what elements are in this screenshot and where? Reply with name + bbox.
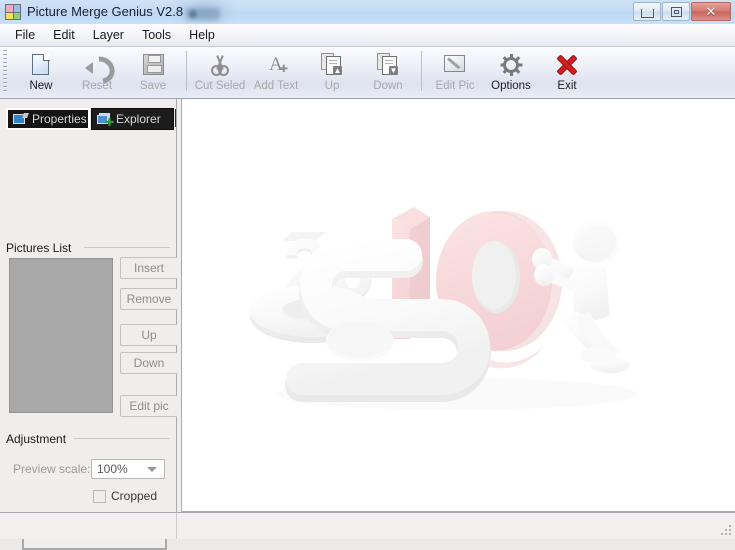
floppy-disk-icon: [143, 52, 164, 77]
app-grid-icon: [5, 4, 21, 20]
close-button[interactable]: ✕: [691, 2, 731, 21]
toolbar-separator-2: [421, 51, 422, 91]
window-controls: ✕: [632, 2, 731, 22]
toolbar-button-edit-pic[interactable]: Edit Pic: [427, 48, 483, 96]
application-window: Picture Merge Genius V2.8 ✕ File Edit La…: [0, 0, 735, 539]
insert-button[interactable]: Insert: [120, 257, 178, 279]
tabstrip-edge-marker: [175, 109, 176, 127]
scissors-icon: [209, 52, 231, 77]
canvas-panel[interactable]: 2 2 0 0: [181, 99, 735, 512]
gear-icon: [500, 52, 522, 77]
toolbar-button-up[interactable]: ▲ Up: [304, 48, 360, 96]
toolbar-label-up: Up: [325, 80, 340, 92]
tab-properties[interactable]: Properties: [6, 108, 90, 130]
toolbar-button-save[interactable]: Save: [125, 48, 181, 96]
move-up-icon: ▲: [321, 52, 343, 77]
toolbar-button-cut-seled[interactable]: Cut Seled: [192, 48, 248, 96]
toolbar-separator-1: [186, 51, 187, 91]
toolbar: New Reset Save Cut Seled: [0, 47, 735, 99]
explorer-add-icon: ✚: [97, 113, 112, 126]
menu-item-tools[interactable]: Tools: [133, 26, 180, 44]
chevron-down-icon: [147, 467, 157, 472]
move-down-icon: ▼: [377, 52, 399, 77]
toolbar-button-options[interactable]: Options: [483, 48, 539, 96]
menu-item-edit[interactable]: Edit: [44, 26, 84, 44]
toolbar-button-reset[interactable]: Reset: [69, 48, 125, 96]
menu-bar: File Edit Layer Tools Help: [0, 24, 735, 47]
preview-scale-value: 100%: [92, 462, 128, 476]
cropped-label: Cropped: [111, 489, 157, 503]
titlebar-background-blur-dot: [189, 10, 197, 18]
preview-scale-label: Preview scale:: [13, 462, 90, 476]
sidebar-tabstrip: Properties ✚ Explorer: [6, 108, 174, 130]
properties-icon: [13, 113, 28, 126]
toolbar-drag-grip[interactable]: [2, 48, 10, 96]
edit-pic-button[interactable]: Edit pic: [120, 395, 178, 417]
tab-explorer-label: Explorer: [116, 113, 161, 125]
maximize-icon: [671, 7, 682, 17]
minimize-icon: [641, 9, 654, 18]
artwork-2010: 2 2 0 0: [242, 189, 662, 439]
move-up-button[interactable]: Up: [120, 324, 178, 346]
tab-properties-label: Properties: [32, 113, 87, 125]
toolbar-label-exit: Exit: [557, 80, 576, 92]
toolbar-button-new[interactable]: New: [13, 48, 69, 96]
maximize-button[interactable]: [662, 2, 690, 21]
move-down-button[interactable]: Down: [120, 352, 178, 374]
pictures-listbox[interactable]: [9, 258, 113, 413]
remove-button[interactable]: Remove: [120, 288, 178, 310]
red-x-icon: [555, 52, 579, 77]
menu-item-help[interactable]: Help: [180, 26, 224, 44]
toolbar-label-edit-pic: Edit Pic: [436, 80, 475, 92]
sidebar-panel: Properties ✚ Explorer Pictures List Inse…: [0, 99, 177, 512]
reset-arrow-icon: [85, 52, 109, 77]
title-bar: Picture Merge Genius V2.8 ✕: [0, 0, 735, 24]
window-title: Picture Merge Genius V2.8: [27, 3, 183, 21]
new-document-icon: [31, 52, 51, 77]
toolbar-button-add-text[interactable]: A✚ Add Text: [248, 48, 304, 96]
toolbar-button-down[interactable]: ▼ Down: [360, 48, 416, 96]
toolbar-label-save: Save: [140, 80, 166, 92]
pictures-list-caption: Pictures List: [6, 241, 77, 255]
adjustment-caption: Adjustment: [6, 432, 72, 446]
resize-grip-icon[interactable]: [720, 524, 733, 537]
cropped-checkbox-wrapper[interactable]: Cropped: [93, 489, 157, 503]
status-bar: [0, 512, 735, 539]
add-text-icon: A✚: [265, 52, 287, 77]
toolbar-button-exit[interactable]: Exit: [539, 48, 595, 96]
status-cell-right: [177, 513, 735, 539]
edit-picture-icon: [444, 52, 467, 77]
toolbar-label-cut-seled: Cut Seled: [195, 80, 246, 92]
canvas-surface[interactable]: 2 2 0 0: [182, 99, 735, 511]
status-cell-left: [0, 513, 177, 539]
toolbar-label-new: New: [29, 80, 52, 92]
menu-item-layer[interactable]: Layer: [84, 26, 133, 44]
toolbar-label-down: Down: [373, 80, 402, 92]
toolbar-items: New Reset Save Cut Seled: [10, 47, 595, 99]
tab-explorer[interactable]: ✚ Explorer: [91, 108, 174, 130]
adjustment-divider: [74, 438, 170, 439]
toolbar-label-add-text: Add Text: [254, 80, 299, 92]
toolbar-label-options: Options: [491, 80, 531, 92]
menu-item-file[interactable]: File: [6, 26, 44, 44]
cropped-checkbox[interactable]: [93, 490, 106, 503]
minimize-button[interactable]: [633, 2, 661, 21]
close-icon: ✕: [706, 5, 717, 18]
pictures-list-divider: [84, 247, 170, 248]
preview-scale-select[interactable]: 100%: [91, 459, 165, 479]
main-body: Properties ✚ Explorer Pictures List Inse…: [0, 99, 735, 512]
